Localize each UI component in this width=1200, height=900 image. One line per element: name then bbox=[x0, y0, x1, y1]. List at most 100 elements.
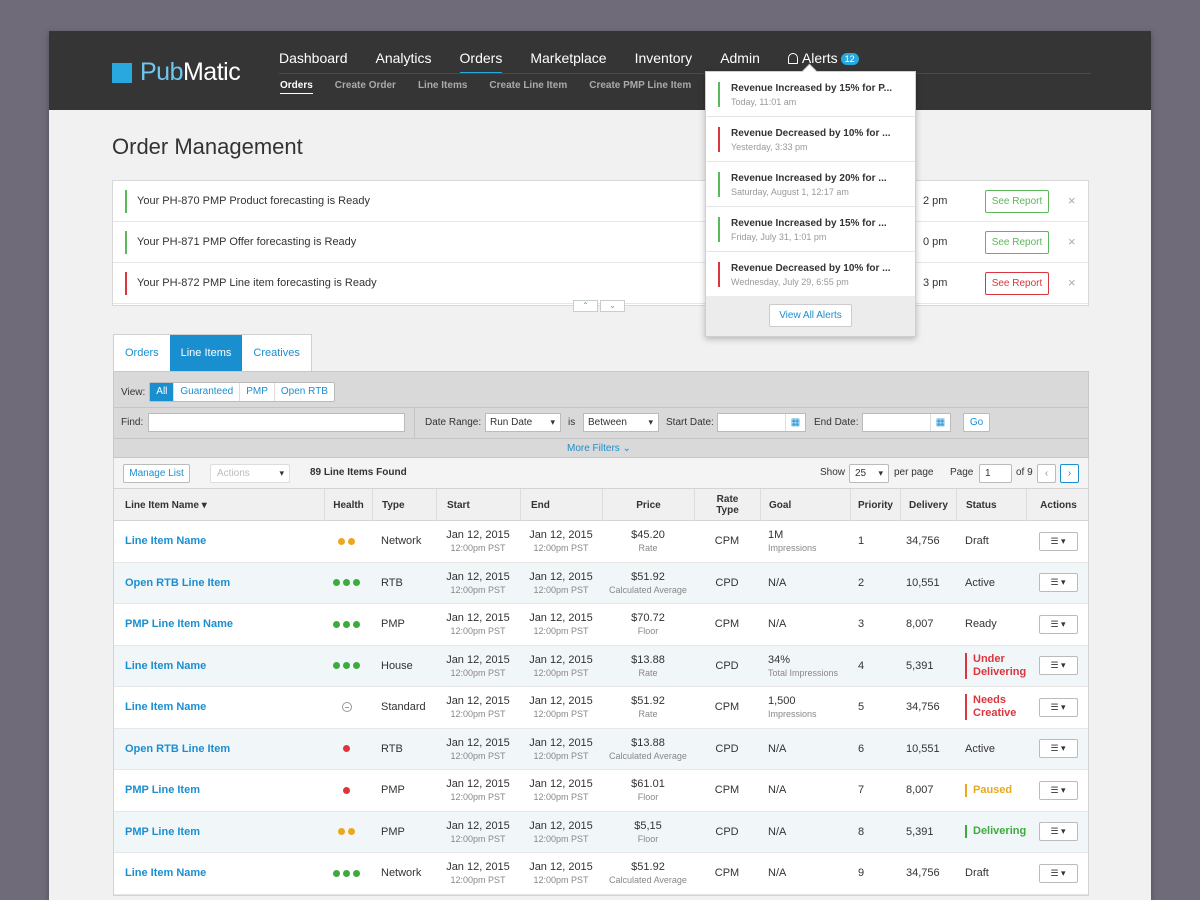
subnav-line-items[interactable]: Line Items bbox=[418, 80, 467, 94]
find-input[interactable] bbox=[148, 413, 405, 432]
alert-item[interactable]: Revenue Decreased by 10% for ... Wednesda… bbox=[706, 252, 915, 297]
alert-item[interactable]: Revenue Increased by 15% for ... Friday, … bbox=[706, 207, 915, 252]
col-rate-type[interactable]: Rate Type bbox=[694, 489, 760, 521]
col-goal[interactable]: Goal bbox=[760, 489, 850, 521]
nav-divider bbox=[279, 73, 1091, 74]
nav-marketplace[interactable]: Marketplace bbox=[530, 50, 606, 74]
close-icon[interactable]: × bbox=[1068, 193, 1076, 208]
see-report-button[interactable]: See Report bbox=[985, 190, 1049, 213]
line-item-name-link[interactable]: Line Item Name bbox=[125, 867, 324, 879]
col-price[interactable]: Price bbox=[602, 489, 694, 521]
alert-title: Revenue Decreased by 10% for ... bbox=[731, 263, 891, 274]
subnav-create-pmp-line-item[interactable]: Create PMP Line Item bbox=[589, 80, 691, 94]
see-report-button[interactable]: See Report bbox=[985, 272, 1049, 295]
subnav-orders[interactable]: Orders bbox=[280, 80, 313, 94]
line-item-name-cell: PMP Line Item bbox=[114, 812, 324, 853]
operator-select[interactable]: Between bbox=[583, 413, 659, 432]
alert-item[interactable]: Revenue Increased by 20% for ... Saturday… bbox=[706, 162, 915, 207]
col-end[interactable]: End bbox=[520, 489, 602, 521]
row-actions-menu-icon[interactable]: ☰ ▾ bbox=[1038, 780, 1078, 800]
start-date: Jan 12, 2015 bbox=[446, 861, 510, 874]
col-start[interactable]: Start bbox=[436, 489, 520, 521]
view-pmp-option[interactable]: PMP bbox=[239, 383, 274, 401]
health-dot-red-icon bbox=[343, 745, 350, 753]
end-date-input[interactable]: ▦ bbox=[862, 413, 951, 432]
col-status[interactable]: Status bbox=[956, 489, 1026, 521]
calendar-icon[interactable]: ▦ bbox=[785, 414, 805, 431]
health-cell bbox=[324, 604, 372, 645]
line-item-name-link[interactable]: Line Item Name bbox=[125, 535, 324, 547]
alert-item[interactable]: Revenue Increased by 15% for P... Today, … bbox=[706, 72, 915, 117]
collapse-up-icon[interactable]: ⌃ bbox=[573, 300, 598, 312]
col-delivery[interactable]: Delivery bbox=[900, 489, 956, 521]
see-report-button[interactable]: See Report bbox=[985, 231, 1049, 254]
per-page-select[interactable]: 25 bbox=[849, 464, 889, 483]
line-item-name-link[interactable]: Open RTB Line Item bbox=[125, 577, 324, 589]
tab-line-items[interactable]: Line Items bbox=[169, 335, 243, 376]
calendar-icon[interactable]: ▦ bbox=[930, 414, 950, 431]
nav-dashboard[interactable]: Dashboard bbox=[279, 50, 348, 74]
priority-cell: 7 bbox=[850, 770, 900, 811]
more-filters-link[interactable]: More Filters ⌄ bbox=[567, 443, 631, 454]
row-actions-menu-icon[interactable]: ☰ ▾ bbox=[1038, 822, 1078, 842]
start-time: 12:00pm PST bbox=[450, 875, 506, 886]
health-cell bbox=[324, 853, 372, 894]
notification-status-bar bbox=[125, 190, 127, 213]
delivery-value: 34,756 bbox=[906, 535, 940, 548]
manage-list-button[interactable]: Manage List bbox=[123, 464, 190, 483]
line-item-name-cell: Open RTB Line Item bbox=[114, 729, 324, 770]
next-page-icon[interactable]: › bbox=[1060, 464, 1079, 483]
nav-orders[interactable]: Orders bbox=[459, 50, 502, 74]
view-all-option[interactable]: All bbox=[150, 383, 174, 401]
health-indicator bbox=[333, 579, 363, 587]
tab-orders[interactable]: Orders bbox=[114, 335, 170, 371]
alert-item[interactable]: Revenue Decreased by 10% for ... Yesterda… bbox=[706, 117, 915, 162]
pubmatic-logo[interactable]: PubMatic bbox=[112, 58, 241, 87]
row-actions-menu-icon[interactable]: ☰ ▾ bbox=[1038, 863, 1078, 883]
line-item-name-link[interactable]: PMP Line Item Name bbox=[125, 618, 324, 630]
price-cell: $13.88 Calculated Average bbox=[602, 729, 694, 770]
view-open-rtb-option[interactable]: Open RTB bbox=[273, 383, 334, 401]
nav-analytics[interactable]: Analytics bbox=[376, 50, 432, 74]
row-actions-menu-icon[interactable]: ☰ ▾ bbox=[1038, 531, 1078, 551]
close-icon[interactable]: × bbox=[1068, 275, 1076, 290]
delivery-cell: 5,391 bbox=[900, 812, 956, 853]
goal-value: N/A bbox=[768, 618, 787, 631]
col-priority[interactable]: Priority bbox=[850, 489, 900, 521]
status-badge: Under Delivering bbox=[965, 652, 1026, 679]
expand-down-icon[interactable]: ⌄ bbox=[600, 300, 625, 312]
line-item-name-link[interactable]: PMP Line Item bbox=[125, 826, 324, 838]
line-item-name-link[interactable]: PMP Line Item bbox=[125, 784, 324, 796]
go-button[interactable]: Go bbox=[963, 413, 990, 432]
tab-creatives[interactable]: Creatives bbox=[242, 335, 310, 371]
row-actions-menu-icon[interactable]: ☰ ▾ bbox=[1038, 739, 1078, 759]
line-item-name-link[interactable]: Line Item Name bbox=[125, 660, 324, 672]
view-all-alerts-button[interactable]: View All Alerts bbox=[769, 304, 852, 327]
row-actions-menu-icon[interactable]: ☰ ▾ bbox=[1038, 573, 1078, 593]
per-page-label: per page bbox=[894, 467, 934, 478]
col-line-item-name[interactable]: Line Item Name ▾ bbox=[114, 489, 324, 521]
line-item-name-link[interactable]: Line Item Name bbox=[125, 701, 324, 713]
col-health[interactable]: Health bbox=[324, 489, 372, 521]
nav-inventory[interactable]: Inventory bbox=[635, 50, 693, 74]
row-actions-menu-icon[interactable]: ☰ ▾ bbox=[1038, 656, 1078, 676]
start-date-input[interactable]: ▦ bbox=[717, 413, 806, 432]
health-dot-yellow-icon bbox=[338, 537, 345, 545]
page-number-input[interactable]: 1 bbox=[979, 464, 1012, 483]
row-actions-menu-icon[interactable]: ☰ ▾ bbox=[1038, 614, 1078, 634]
subnav-create-order[interactable]: Create Order bbox=[335, 80, 396, 94]
actions-select[interactable]: Actions bbox=[210, 464, 290, 483]
subnav-create-line-item[interactable]: Create Line Item bbox=[489, 80, 567, 94]
col-type[interactable]: Type bbox=[372, 489, 436, 521]
start-cell: Jan 12, 2015 12:00pm PST bbox=[436, 687, 520, 728]
line-item-name-link[interactable]: Open RTB Line Item bbox=[125, 743, 324, 755]
start-date: Jan 12, 2015 bbox=[446, 653, 510, 666]
close-icon[interactable]: × bbox=[1068, 234, 1076, 249]
priority-cell: 8 bbox=[850, 812, 900, 853]
view-guaranteed-option[interactable]: Guaranteed bbox=[173, 383, 239, 401]
row-actions-menu-icon[interactable]: ☰ ▾ bbox=[1038, 697, 1078, 717]
start-date: Jan 12, 2015 bbox=[446, 612, 510, 625]
prev-page-icon[interactable]: ‹ bbox=[1037, 464, 1056, 483]
date-range-select[interactable]: Run Date bbox=[485, 413, 561, 432]
start-cell: Jan 12, 2015 12:00pm PST bbox=[436, 770, 520, 811]
